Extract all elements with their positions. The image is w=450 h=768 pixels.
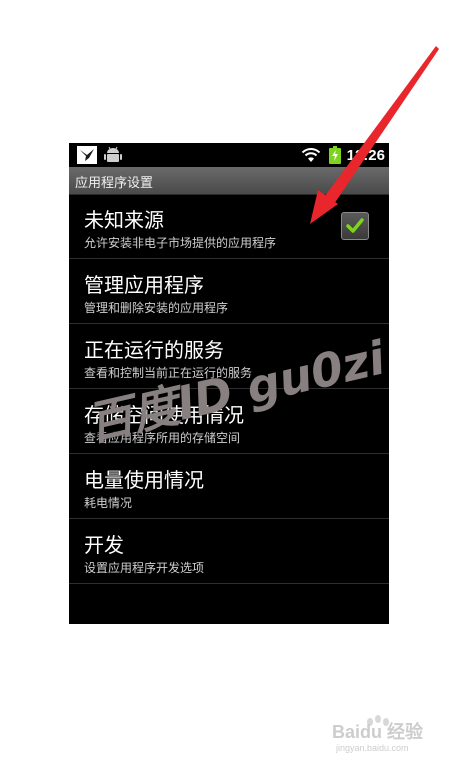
setting-storage-use[interactable]: 存储空间使用情况 查看应用程序所用的存储空间 [69,389,389,454]
baidu-url: jingyan.baidu.com [336,743,409,753]
setting-title: 未知来源 [84,208,164,232]
setting-title: 电量使用情况 [84,468,204,492]
setting-subtitle: 查看和控制当前正在运行的服务 [84,366,253,380]
setting-battery-use[interactable]: 电量使用情况 耗电情况 [69,454,389,519]
setting-subtitle: 设置应用程序开发选项 [84,561,205,575]
setting-development[interactable]: 开发 设置应用程序开发选项 [69,519,389,584]
android-debug-icon [103,146,123,164]
status-bar-right: 12:26 [301,143,385,167]
setting-subtitle: 查看应用程序所用的存储空间 [84,431,241,445]
setting-subtitle: 管理和删除安装的应用程序 [84,301,229,315]
setting-subtitle: 耗电情况 [84,496,133,510]
battery-icon [328,146,341,164]
setting-title: 管理应用程序 [84,273,204,297]
phone-screen: 12:26 应用程序设置 未知来源 允许安装非电子市场提供的应用程序 管理应用程… [69,143,389,624]
settings-list: 未知来源 允许安装非电子市场提供的应用程序 管理应用程序 管理和删除安装的应用程… [69,194,389,584]
screenshot-page: 12:26 应用程序设置 未知来源 允许安装非电子市场提供的应用程序 管理应用程… [0,0,450,768]
setting-title: 存储空间使用情况 [84,403,244,427]
notification-bird-icon [77,146,97,164]
setting-manage-applications[interactable]: 管理应用程序 管理和删除安装的应用程序 [69,259,389,324]
wifi-icon [301,147,321,163]
status-time: 12:26 [346,146,385,164]
setting-unknown-sources[interactable]: 未知来源 允许安装非电子市场提供的应用程序 [69,194,389,259]
setting-title: 正在运行的服务 [84,338,224,362]
title-bar: 应用程序设置 [69,167,389,195]
unknown-sources-checkbox[interactable] [341,212,369,240]
check-icon [346,218,364,233]
setting-running-services[interactable]: 正在运行的服务 查看和控制当前正在运行的服务 [69,324,389,389]
status-bar: 12:26 [69,143,389,167]
baidu-brand: Baidu 经验 [332,722,424,742]
setting-title: 开发 [84,533,124,557]
page-title: 应用程序设置 [75,176,154,191]
setting-subtitle: 允许安装非电子市场提供的应用程序 [84,236,277,250]
